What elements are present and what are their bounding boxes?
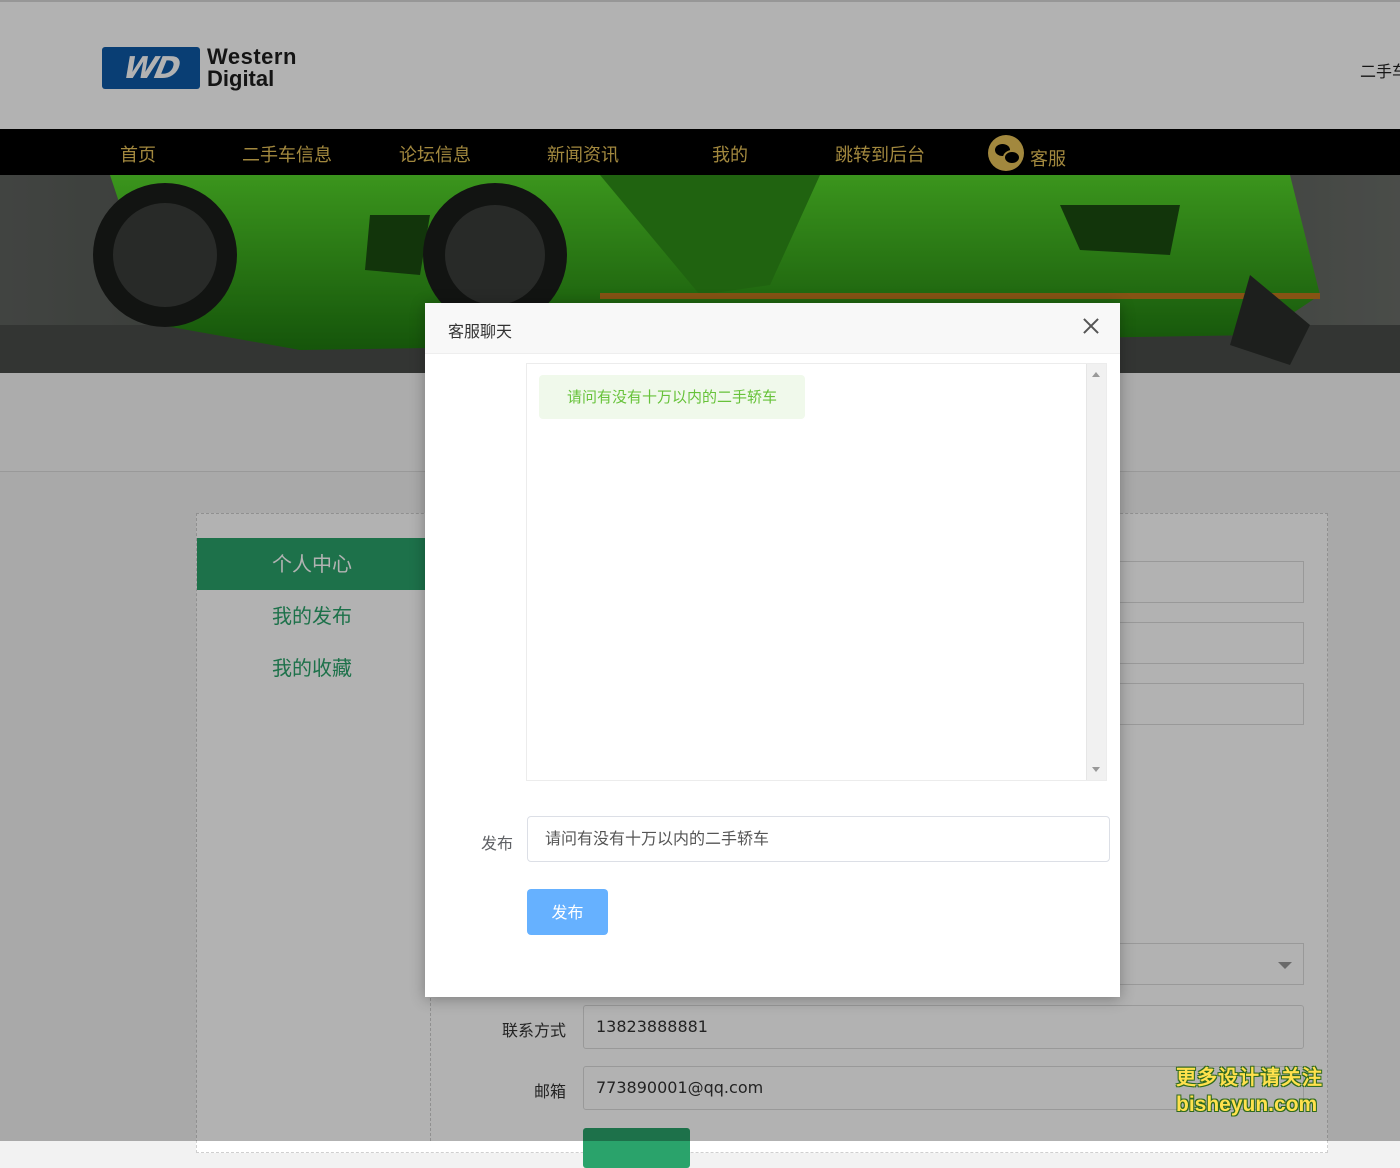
watermark: 更多设计请关注 bisheyun.com	[1176, 1064, 1323, 1118]
dialog-header: 客服聊天	[425, 303, 1120, 354]
dialog-title: 客服聊天	[448, 322, 513, 341]
publish-label: 发布	[481, 834, 514, 853]
publish-button[interactable]: 发布	[527, 889, 608, 935]
message-input[interactable]: 请问有没有十万以内的二手轿车	[527, 816, 1110, 862]
customer-service-chat-dialog: 客服聊天 请问有没有十万以内的二手轿车 发布 请问有没有十万以内的二手轿车 发布	[425, 303, 1120, 997]
watermark-line-1: 更多设计请关注	[1176, 1065, 1323, 1089]
chat-scrollbar[interactable]	[1086, 364, 1106, 780]
close-icon[interactable]	[1080, 315, 1102, 337]
watermark-line-2: bisheyun.com	[1176, 1093, 1318, 1116]
scroll-down-arrow-icon[interactable]	[1092, 767, 1100, 772]
chat-message-bubble: 请问有没有十万以内的二手轿车	[539, 375, 806, 419]
chat-message-area[interactable]: 请问有没有十万以内的二手轿车	[526, 363, 1107, 781]
scroll-up-arrow-icon[interactable]	[1092, 372, 1100, 377]
